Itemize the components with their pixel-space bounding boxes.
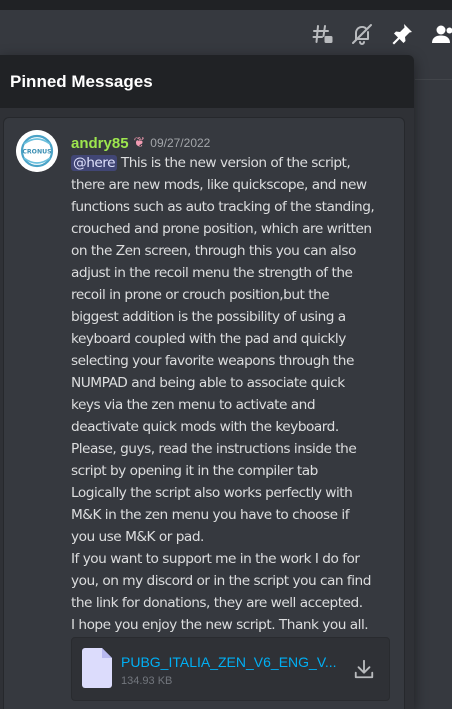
file-icon xyxy=(82,648,112,688)
file-name-link[interactable]: PUBG_ITALIA_ZEN_V6_ENG_V... xyxy=(121,654,349,670)
message-line: recoil in prone or crouch position,but t… xyxy=(71,287,330,303)
timestamp: 09/27/2022 xyxy=(150,136,211,150)
message-line: on the Zen screen, through this you can … xyxy=(71,243,356,259)
message-header: andry85 ❦ 09/27/2022 xyxy=(71,133,210,153)
message-content: @here This is the new version of the scr… xyxy=(71,152,386,636)
message-line: NUMPAD and being able to associate quick xyxy=(71,375,345,391)
username[interactable]: andry85 xyxy=(71,135,129,152)
pinned-messages-panel: Pinned Messages CRONUS andry85 ❦ 09/27/2… xyxy=(0,55,414,709)
members-icon[interactable] xyxy=(430,22,452,46)
pin-icon[interactable] xyxy=(390,22,414,46)
message-line: there are new mods, like quickscope, and… xyxy=(71,177,367,193)
message-line: functions such as auto tracking of the s… xyxy=(71,199,375,215)
pinned-message[interactable]: CRONUS andry85 ❦ 09/27/2022 @here This i… xyxy=(3,117,405,709)
message-line: M&K in the zen menu you have to choose i… xyxy=(71,507,350,523)
message-line: deactivate quick mods with the keyboard. xyxy=(71,419,339,435)
avatar-logo-text: CRONUS xyxy=(22,149,51,156)
avatar[interactable]: CRONUS xyxy=(16,130,58,172)
message-line: I hope you enjoy the new script. Thank y… xyxy=(71,617,369,633)
message-line: @here This is the new version of the scr… xyxy=(71,152,386,174)
message-line: biggest addition is the possibility of u… xyxy=(71,309,346,325)
file-attachment[interactable]: PUBG_ITALIA_ZEN_V6_ENG_V... 134.93 KB xyxy=(71,637,390,701)
message-line-text: This is the new version of the script, xyxy=(117,155,351,171)
message-line: Logically the script also works perfectl… xyxy=(71,485,353,501)
background-divider xyxy=(415,79,452,80)
message-line: selecting your favorite weapons through … xyxy=(71,353,354,369)
message-line: keyboard coupled with the pad and quickl… xyxy=(71,331,346,347)
here-mention[interactable]: @here xyxy=(71,155,118,171)
message-line: Please, guys, read the instructions insi… xyxy=(71,441,357,457)
message-line: If you want to support me in the work I … xyxy=(71,551,360,567)
message-line: the link for donations, they are well ac… xyxy=(71,595,363,611)
mute-icon[interactable] xyxy=(350,22,374,46)
message-line: crouched and prone position, which are w… xyxy=(71,221,372,237)
message-line: adjust in the recoil menu the strength o… xyxy=(71,265,353,281)
channel-header xyxy=(0,10,452,60)
window-top-strip xyxy=(0,0,452,10)
message-line: script by opening it in the compiler tab xyxy=(71,463,318,479)
message-line: you use M&K or pad. xyxy=(71,529,204,545)
download-icon[interactable] xyxy=(353,658,375,680)
panel-header: Pinned Messages xyxy=(0,55,414,108)
message-line: you, on my discord or in the script you … xyxy=(71,573,371,589)
message-line: keys via the zen menu to activate and xyxy=(71,397,316,413)
threads-icon[interactable] xyxy=(311,22,335,46)
brain-icon: ❦ xyxy=(133,135,146,151)
panel-title: Pinned Messages xyxy=(10,71,153,91)
file-size: 134.93 KB xyxy=(121,675,173,687)
